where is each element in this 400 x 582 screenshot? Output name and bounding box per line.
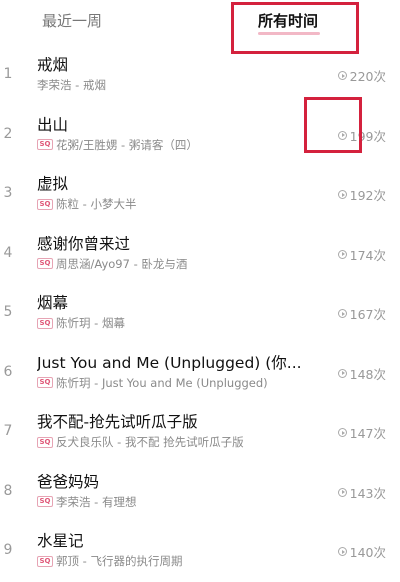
play-circle-icon xyxy=(337,487,347,497)
play-count: 167次 xyxy=(337,304,386,323)
song-artist-album: 李荣浩 - 戒烟 xyxy=(37,77,106,93)
song-title: 我不配-抢先试听瓜子版 xyxy=(37,413,198,431)
song-artist-album: SQ 李荣浩 - 有理想 xyxy=(37,494,136,510)
play-count-text: 148次 xyxy=(349,366,386,382)
play-circle-icon xyxy=(337,71,347,80)
song-rank: 5 xyxy=(3,304,13,320)
song-subtitle: 李荣浩 - 戒烟 xyxy=(37,78,106,92)
song-rank: 2 xyxy=(3,125,13,142)
song-row[interactable]: 4 感谢你曾来过 SQ 周思涵/Ayo97 - 卧龙与酒 174次 xyxy=(0,225,400,285)
song-title: 水星记 xyxy=(37,532,84,550)
song-artist-album: SQ 反犬良乐队 - 我不配 抢先试听瓜子版 xyxy=(37,434,244,450)
play-circle-icon xyxy=(337,190,347,199)
sq-quality-badge: SQ xyxy=(37,555,53,567)
sq-quality-badge: SQ xyxy=(37,317,53,329)
play-count-text: 140次 xyxy=(349,545,386,560)
song-subtitle: 李荣浩 - 有理想 xyxy=(56,494,137,509)
sq-quality-badge: SQ xyxy=(37,139,53,150)
sq-quality-badge: SQ xyxy=(37,436,53,448)
song-title: 烟幕 xyxy=(37,294,69,312)
sq-quality-badge: SQ xyxy=(37,198,53,210)
song-rank: 9 xyxy=(3,542,13,558)
song-row[interactable]: 9 水星记 SQ 郭顶 - 飞行器的执行周期 140次 xyxy=(0,522,400,582)
play-count: 143次 xyxy=(337,483,386,502)
song-rank: 8 xyxy=(3,482,13,499)
play-count-text: 167次 xyxy=(349,307,386,322)
song-title: 爸爸妈妈 xyxy=(37,472,100,491)
song-artist-album: SQ 陈忻玥 - Just You and Me (Unplugged) xyxy=(37,375,268,391)
song-title: Just You and Me (Unplugged) (你... xyxy=(37,353,302,372)
play-count: 147次 xyxy=(337,423,386,442)
play-circle-icon xyxy=(337,309,347,318)
song-subtitle: 反犬良乐队 - 我不配 抢先试听瓜子版 xyxy=(56,435,244,449)
annotation-box-play-count xyxy=(304,97,362,153)
song-subtitle: 陈粒 - 小梦大半 xyxy=(56,197,137,211)
play-circle-icon xyxy=(337,428,347,437)
tab-recent-week[interactable]: 最近一周 xyxy=(42,10,102,31)
song-artist-album: SQ 郭顶 - 飞行器的执行周期 xyxy=(37,553,182,569)
sq-quality-badge: SQ xyxy=(37,377,53,388)
play-count: 148次 xyxy=(337,364,386,383)
song-row[interactable]: 5 烟幕 SQ 陈忻玥 - 烟幕 167次 xyxy=(0,284,400,344)
song-subtitle: 花粥/王胜娚 - 粥请客（四） xyxy=(56,137,198,152)
play-circle-icon xyxy=(337,368,347,378)
song-artist-album: SQ 陈忻玥 - 烟幕 xyxy=(37,315,125,331)
song-rank: 7 xyxy=(3,423,13,439)
song-row[interactable]: 6 Just You and Me (Unplugged) (你... SQ 陈忻… xyxy=(0,344,400,404)
song-rank: 3 xyxy=(3,185,13,201)
song-artist-album: SQ 陈粒 - 小梦大半 xyxy=(37,196,136,212)
song-row[interactable]: 7 我不配-抢先试听瓜子版 SQ 反犬良乐队 - 我不配 抢先试听瓜子版 147次 xyxy=(0,403,400,463)
play-count: 220次 xyxy=(337,66,386,85)
play-circle-icon xyxy=(337,249,347,259)
play-count: 174次 xyxy=(337,245,386,264)
song-title: 出山 xyxy=(37,115,69,134)
play-count-text: 147次 xyxy=(349,426,386,441)
play-count-text: 143次 xyxy=(349,485,386,501)
song-title: 虚拟 xyxy=(37,175,69,193)
play-count-text: 220次 xyxy=(349,69,386,84)
play-count: 192次 xyxy=(337,185,386,204)
song-subtitle: 陈忻玥 - 烟幕 xyxy=(56,316,125,330)
sq-quality-badge: SQ xyxy=(37,258,53,269)
play-circle-icon xyxy=(337,547,347,556)
song-artist-album: SQ 花粥/王胜娚 - 粥请客（四） xyxy=(37,137,198,153)
song-artist-album: SQ 周思涵/Ayo97 - 卧龙与酒 xyxy=(37,256,187,272)
play-count: 140次 xyxy=(337,542,386,561)
song-subtitle: 郭顶 - 飞行器的执行周期 xyxy=(56,554,183,568)
play-count-text: 174次 xyxy=(349,247,386,263)
song-rank: 6 xyxy=(3,363,13,380)
song-rank: 4 xyxy=(3,244,13,261)
song-subtitle: 周思涵/Ayo97 - 卧龙与酒 xyxy=(56,256,188,271)
song-subtitle: 陈忻玥 - Just You and Me (Unplugged) xyxy=(56,375,268,390)
song-title: 戒烟 xyxy=(37,56,69,74)
song-title: 感谢你曾来过 xyxy=(37,234,131,253)
song-rank: 1 xyxy=(3,66,13,82)
play-count-text: 192次 xyxy=(349,188,386,203)
annotation-box-all-time-tab xyxy=(231,2,359,54)
song-row[interactable]: 3 虚拟 SQ 陈粒 - 小梦大半 192次 xyxy=(0,165,400,225)
sq-quality-badge: SQ xyxy=(37,496,53,507)
song-row[interactable]: 8 爸爸妈妈 SQ 李荣浩 - 有理想 143次 xyxy=(0,463,400,523)
